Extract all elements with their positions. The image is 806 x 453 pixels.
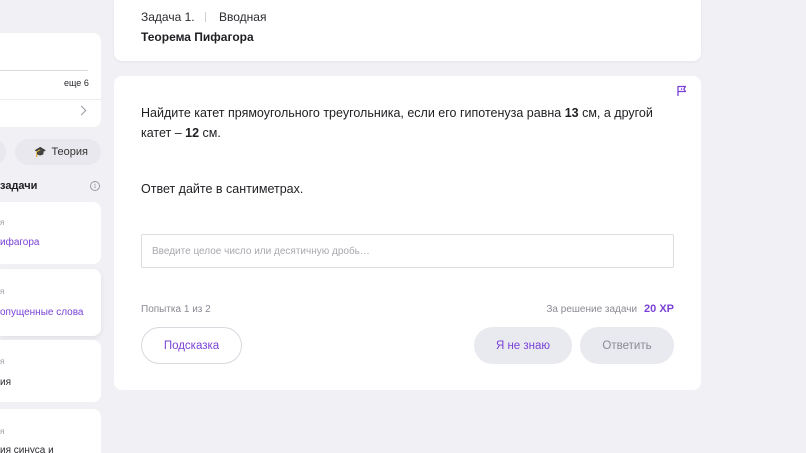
leg-value: 12: [185, 126, 200, 140]
problem-text: см.: [199, 126, 221, 140]
report-flag-icon[interactable]: [676, 85, 688, 97]
task-topic: Теорема Пифагора: [141, 30, 254, 44]
more-tasks-link[interactable]: еще 6: [64, 78, 89, 88]
hint-button[interactable]: Подсказка: [141, 327, 242, 364]
task-card: Найдите катет прямоугольного треугольник…: [114, 76, 701, 390]
hypotenuse-value: 13: [564, 106, 579, 120]
divider: [0, 99, 101, 100]
sidebar-progress-card: еще 6: [0, 33, 101, 127]
graduation-cap-icon: 🎓: [34, 146, 47, 158]
problem-statement: Найдите катет прямоугольного треугольник…: [141, 103, 681, 143]
sidebar-pill-button[interactable]: [0, 139, 6, 165]
reward-xp: 20 XP: [644, 303, 674, 315]
task-name: ия синуса и: [0, 445, 54, 453]
info-icon[interactable]: i: [90, 181, 100, 191]
page: еще 6 🎓 Теория задачи i я ифагора я опущ…: [0, 0, 806, 453]
task-kind: я: [0, 287, 5, 296]
sidebar-task-item[interactable]: я опущенные слова: [0, 269, 101, 336]
theory-button[interactable]: 🎓 Теория: [15, 139, 101, 165]
answer-instruction: Ответ дайте в сантиметрах.: [141, 182, 304, 196]
attempts-counter: Попытка 1 из 2: [141, 304, 211, 315]
dont-know-button[interactable]: Я не знаю: [474, 327, 572, 364]
submit-answer-button[interactable]: Ответить: [580, 327, 674, 364]
sidebar-task-item[interactable]: я ифагора: [0, 202, 101, 264]
problem-text: Найдите катет прямоугольного треугольник…: [141, 106, 565, 120]
reward-label: За решение задачи: [546, 304, 638, 315]
task-type: Вводная: [219, 10, 267, 24]
divider: [205, 12, 206, 22]
task-kind: я: [0, 357, 5, 366]
tasks-heading: задачи: [0, 180, 38, 192]
reward-info: За решение задачи 20 XP: [546, 303, 674, 315]
task-kind: я: [0, 427, 5, 436]
task-name: опущенные слова: [0, 307, 84, 318]
task-name: ифагора: [0, 237, 40, 248]
progress-bar: [0, 70, 88, 71]
task-kind: я: [0, 218, 5, 227]
task-name: ия: [0, 377, 12, 388]
chevron-right-icon[interactable]: [76, 105, 87, 116]
task-number: Задача 1.: [141, 10, 195, 24]
sidebar-task-item[interactable]: я ия синуса и: [0, 409, 101, 453]
sidebar-task-item[interactable]: я ия: [0, 340, 101, 402]
answer-input[interactable]: [141, 234, 674, 268]
task-header-card: Задача 1. Вводная Теорема Пифагора: [114, 0, 701, 61]
theory-button-label: Теория: [51, 146, 89, 158]
